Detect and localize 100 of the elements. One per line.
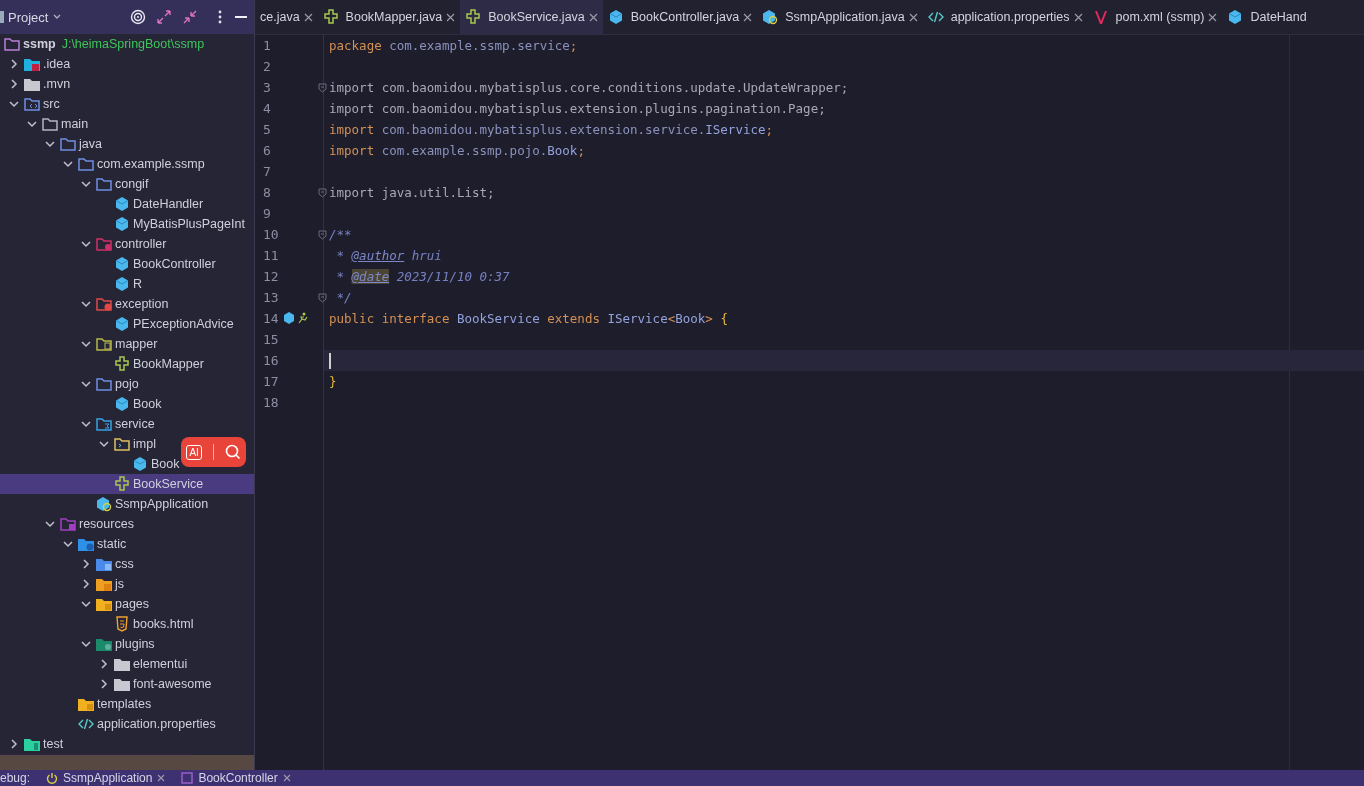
editor-tab[interactable]: SsmpApplication.java xyxy=(757,0,923,34)
tree-item[interactable]: service xyxy=(0,414,155,434)
expand-icon[interactable] xyxy=(156,9,172,25)
folder-icon xyxy=(24,56,40,72)
collapse-icon[interactable] xyxy=(182,9,198,25)
code-line: */ xyxy=(335,290,352,305)
tree-item[interactable]: mapper xyxy=(0,334,158,354)
tree-item[interactable]: BookController xyxy=(0,254,216,274)
code-icon xyxy=(927,9,944,25)
folder-icon xyxy=(96,556,112,572)
tree-item[interactable]: impl xyxy=(0,434,156,454)
editor-tab[interactable]: BookController.java xyxy=(602,0,758,34)
tree-item[interactable]: src xyxy=(0,94,60,114)
tree-item[interactable]: BookService xyxy=(0,474,254,494)
folder-icon xyxy=(4,36,20,52)
editor-tab[interactable]: BookMapper.java xyxy=(317,0,461,34)
folder-icon xyxy=(96,636,112,652)
tree-item[interactable]: font-awesome xyxy=(0,674,212,694)
line-number: 8 xyxy=(263,185,271,200)
line-number: 10 xyxy=(263,227,279,242)
tree-item[interactable]: static xyxy=(0,534,127,554)
tree-item[interactable]: pages xyxy=(0,594,150,614)
tree-item[interactable]: BookMapper xyxy=(0,354,204,374)
debug-label: ebug: xyxy=(0,770,31,786)
tree-item[interactable]: books.html xyxy=(0,614,194,634)
editor-tab[interactable]: ce.java xyxy=(255,0,318,34)
tree-item[interactable]: templates xyxy=(0,694,152,714)
tree-item[interactable]: Book xyxy=(0,454,180,474)
more-icon[interactable] xyxy=(216,9,224,25)
cube-icon xyxy=(114,196,130,212)
target-icon[interactable] xyxy=(130,9,146,25)
tree-item[interactable]: plugins xyxy=(0,634,155,654)
code-line: import com.baomidou.mybatisplus.extension.service.IService; xyxy=(329,122,774,137)
ai-button[interactable]: AI xyxy=(186,444,202,460)
close-icon xyxy=(588,12,598,22)
line-number: 11 xyxy=(263,248,279,263)
tree-item[interactable]: pojo xyxy=(0,374,139,394)
code-line: package com.example.ssmp.service; xyxy=(329,38,578,53)
line-number: 14 xyxy=(263,311,279,326)
project-view-dropdown[interactable]: Project xyxy=(0,9,67,25)
tree-item[interactable]: js xyxy=(0,574,125,594)
tree-item[interactable]: PExceptionAdvice xyxy=(0,314,234,334)
tree-item[interactable]: main xyxy=(0,114,89,134)
cube-icon xyxy=(132,456,148,472)
html-icon xyxy=(114,616,130,632)
search-icon[interactable] xyxy=(224,444,241,460)
cube-icon xyxy=(607,9,624,25)
debug-tab[interactable]: BookController xyxy=(181,770,291,786)
tree-item[interactable]: DateHandler xyxy=(0,194,204,214)
folder-icon xyxy=(24,736,40,752)
tree-item[interactable]: java xyxy=(0,134,102,154)
close-icon xyxy=(303,12,313,22)
editor-tab[interactable]: DateHand xyxy=(1222,0,1312,34)
tree-item[interactable]: .mvn xyxy=(0,74,71,94)
tree-item[interactable]: R xyxy=(0,274,143,294)
line-number: 1 xyxy=(263,38,271,53)
tree-item[interactable]: application.properties xyxy=(0,714,216,734)
tree-item[interactable]: resources xyxy=(0,514,134,534)
folder-icon xyxy=(96,376,112,392)
tree-item[interactable]: test xyxy=(0,734,64,754)
close-icon xyxy=(282,774,291,782)
fold-icon[interactable] xyxy=(318,83,327,93)
cube-icon xyxy=(114,216,130,232)
tree-item[interactable]: elementui xyxy=(0,654,188,674)
tree-item[interactable]: ssmp J:\heimaSpringBoot\ssmp xyxy=(0,34,205,54)
close-icon xyxy=(446,12,456,22)
folder-icon xyxy=(78,696,94,712)
fold-icon[interactable] xyxy=(318,293,327,303)
cube-icon xyxy=(114,396,130,412)
debug-tab[interactable]: SsmpApplication xyxy=(46,770,166,786)
tree-item[interactable]: exception xyxy=(0,294,169,314)
tree-item[interactable]: .idea xyxy=(0,54,71,74)
code-icon xyxy=(78,716,94,732)
tree-item[interactable]: congif xyxy=(0,174,149,194)
code-line: * @author hrui xyxy=(335,248,442,263)
editor-tab[interactable]: pom.xml (ssmp) xyxy=(1087,0,1223,34)
code-line: * @date 2023/11/10 0:37 xyxy=(335,269,510,284)
cube-icon xyxy=(114,316,130,332)
fold-icon[interactable] xyxy=(318,230,327,240)
implemented-icon xyxy=(283,312,295,324)
folder-icon xyxy=(96,296,112,312)
line-number: 12 xyxy=(263,269,279,284)
close-icon xyxy=(1073,12,1083,22)
code-line: public interface BookService extends IService<Book> { xyxy=(329,311,728,326)
tree-item[interactable]: com.example.ssmp xyxy=(0,154,205,174)
editor-tab[interactable]: application.properties xyxy=(922,0,1088,34)
tree-item[interactable]: SsmpApplication xyxy=(0,494,209,514)
line-number: 18 xyxy=(263,395,279,410)
fold-icon[interactable] xyxy=(318,188,327,198)
folder-icon xyxy=(60,136,76,152)
code-line: /** xyxy=(329,227,352,242)
line-number: 13 xyxy=(263,290,279,305)
tree-item[interactable]: css xyxy=(0,554,134,574)
tree-item[interactable]: Book xyxy=(0,394,162,414)
folder-icon xyxy=(114,656,130,672)
tree-item[interactable]: MyBatisPlusPageInt xyxy=(0,214,245,234)
code-line: import com.baomidou.mybatisplus.core.conditions.update.UpdateWrapper; xyxy=(329,80,849,95)
tree-item[interactable]: controller xyxy=(0,234,167,254)
editor-tab[interactable]: BookService.java xyxy=(460,0,603,34)
square-icon xyxy=(181,772,194,784)
